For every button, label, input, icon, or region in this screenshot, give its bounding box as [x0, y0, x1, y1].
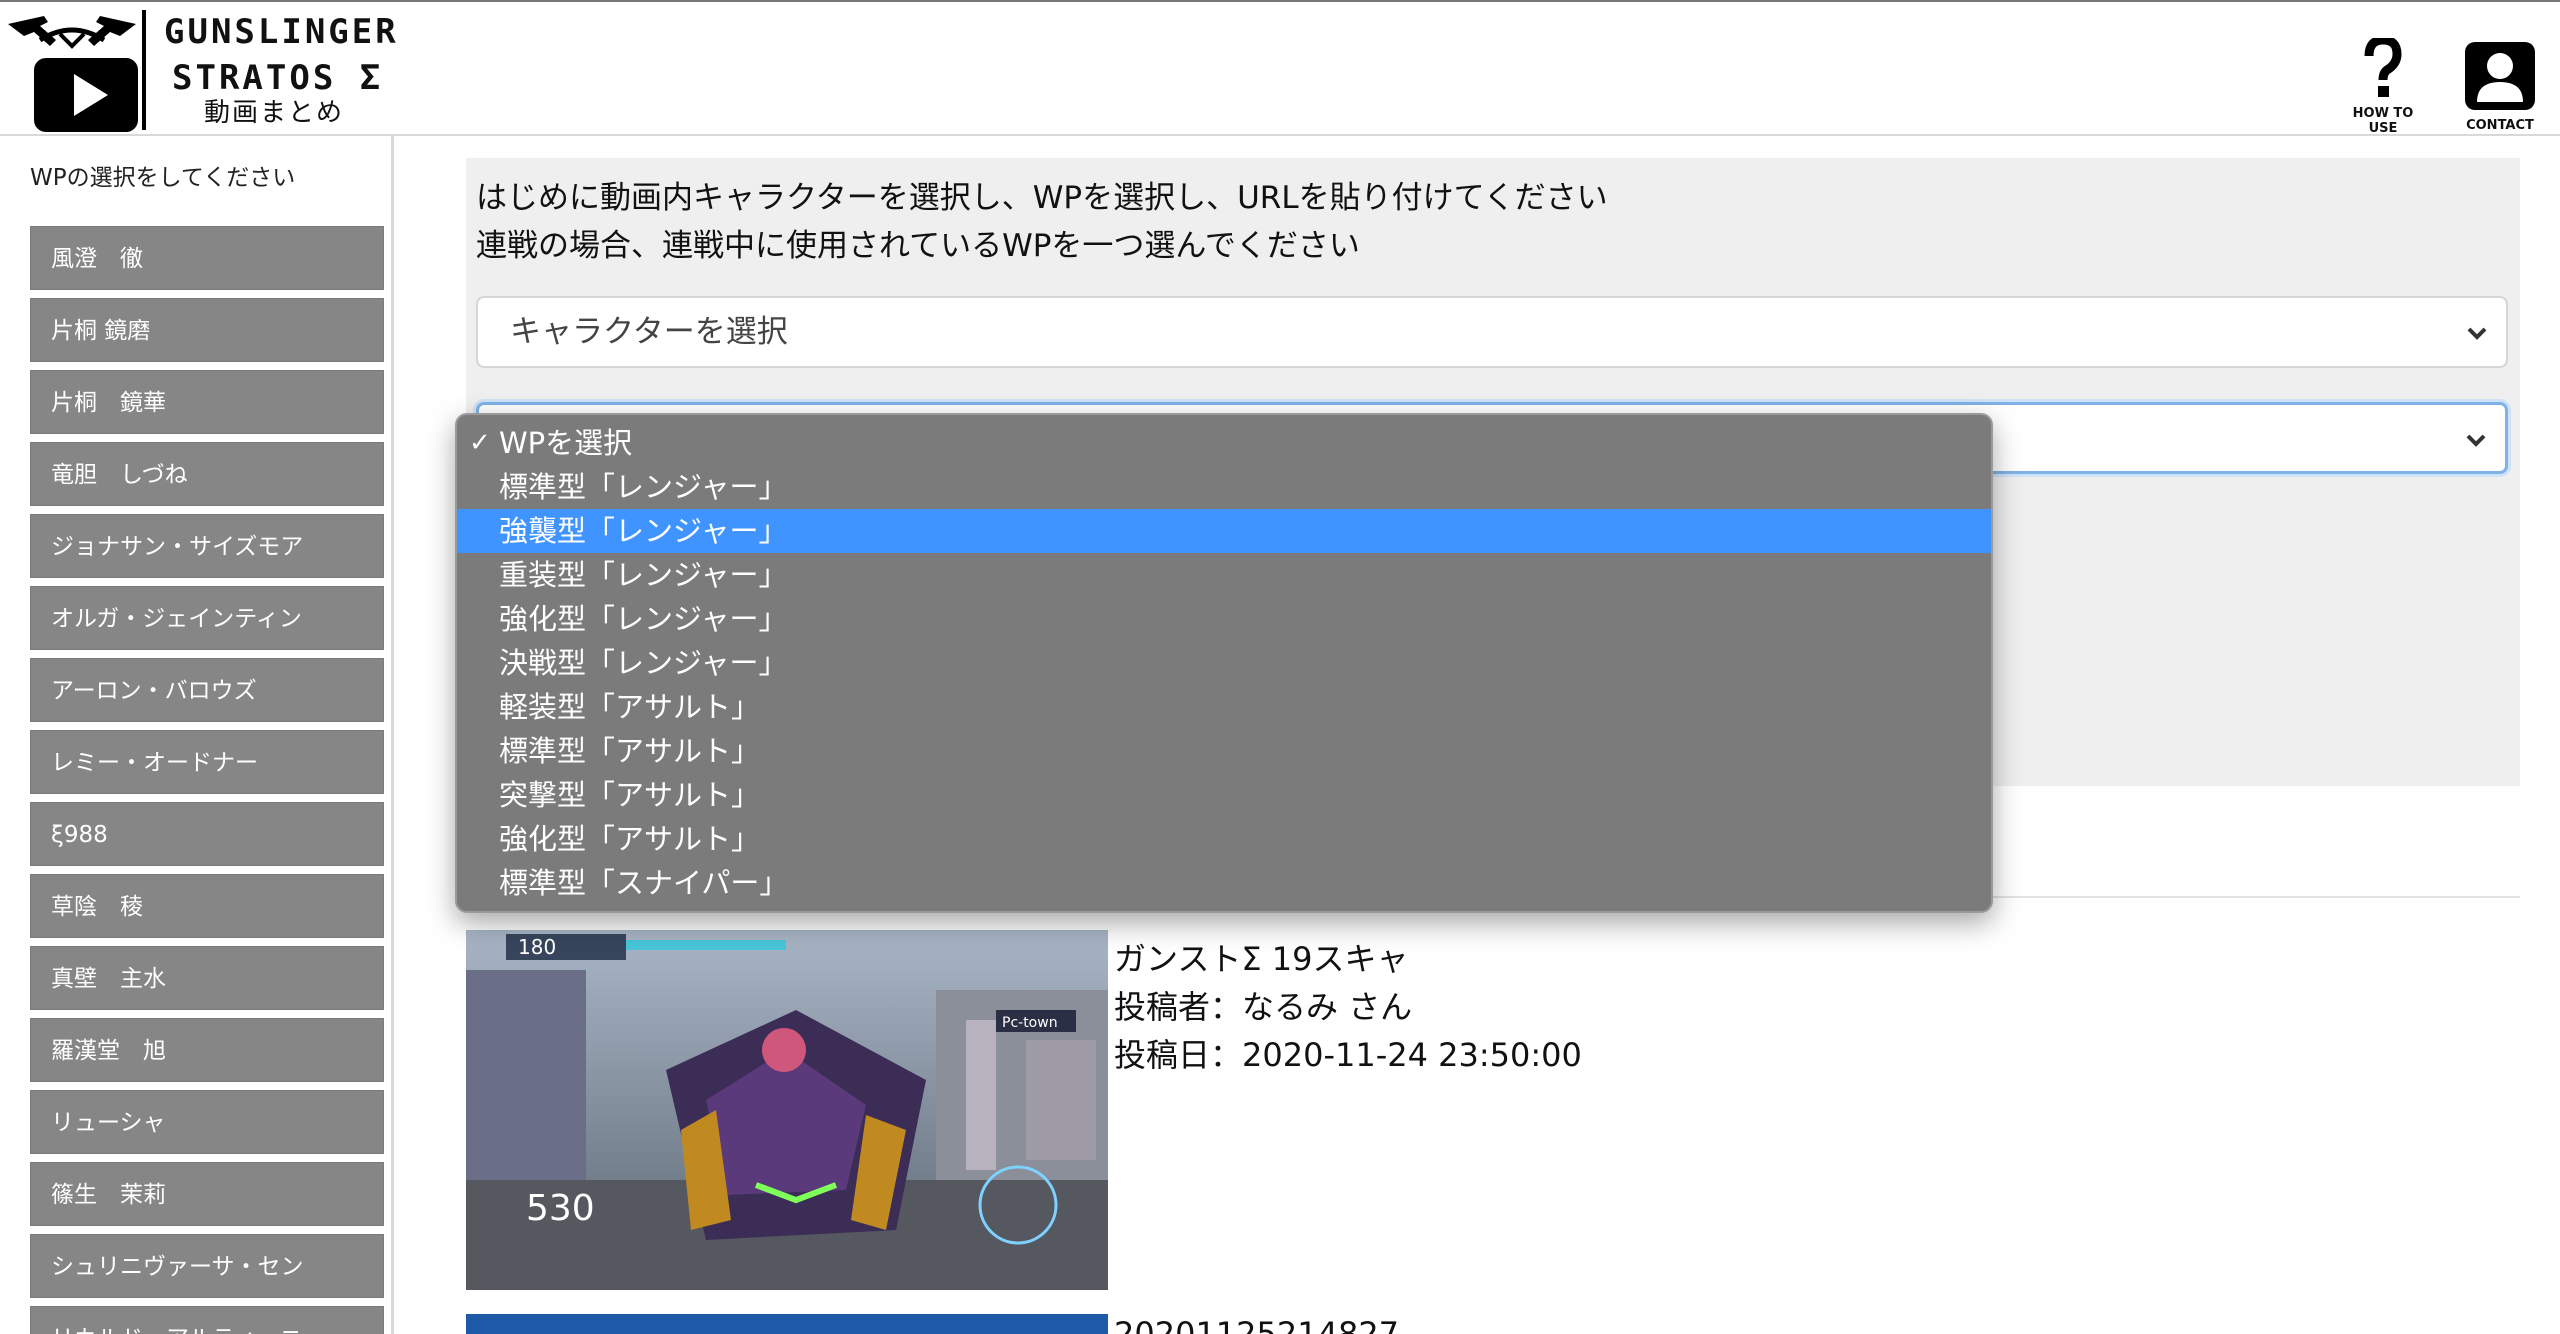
- wp-option[interactable]: 重装型「レンジャー」: [457, 553, 1991, 597]
- video-title-2[interactable]: 20201125214827: [1114, 1316, 1399, 1334]
- wp-option-label: 強襲型「レンジャー」: [499, 514, 788, 548]
- sidebar-character-item[interactable]: レミー・オードナー: [30, 730, 384, 794]
- chevron-down-icon: [2466, 434, 2486, 447]
- sidebar-character-item[interactable]: リカルド・アルティーニ: [30, 1306, 384, 1334]
- wp-sidebar: WPの選択をしてください 風澄 徹 片桐 鏡磨 片桐 鏡華 竜胆 しづね ジョナ…: [0, 136, 394, 1334]
- instruction-text-2: 連戦の場合、連戦中に使用されているWPを一つ選んでください: [476, 228, 1360, 264]
- thumb-hud-top: 180: [518, 935, 556, 959]
- logo-subtitle: 動画まとめ: [204, 98, 345, 128]
- question-mark-icon: [2364, 35, 2402, 97]
- site-logo[interactable]: [4, 6, 140, 134]
- user-contact-icon: [2465, 42, 2535, 110]
- wp-option-highlighted[interactable]: 強襲型「レンジャー」: [457, 509, 1991, 553]
- contact-button[interactable]: CONTACT: [2458, 40, 2542, 133]
- sidebar-character-item[interactable]: 風澄 徹: [30, 226, 384, 290]
- video-thumbnail[interactable]: 180 530 Pc-town: [466, 930, 1108, 1290]
- wp-option[interactable]: 強化型「アサルト」: [457, 817, 1991, 861]
- game-screenshot-thumbnail: 180 530 Pc-town: [466, 930, 1108, 1290]
- video-poster: 投稿者：なるみ さん: [1114, 988, 1413, 1026]
- video-title[interactable]: ガンストΣ 19スキャ: [1114, 934, 1408, 980]
- logo-divider: [142, 10, 146, 130]
- how-to-use-label: HOW TO USE: [2352, 106, 2414, 136]
- checkmark-icon: ✓: [469, 428, 491, 458]
- thumb-hud-bottom: 530: [526, 1188, 595, 1229]
- logo-title-line1: GUNSLINGER: [164, 12, 399, 52]
- thumb-sign: Pc-town: [1002, 1015, 1058, 1031]
- character-select[interactable]: キャラクターを選択: [476, 296, 2508, 368]
- sidebar-character-item[interactable]: 片桐 鏡磨: [30, 298, 384, 362]
- sidebar-character-item[interactable]: アーロン・バロウズ: [30, 658, 384, 722]
- wp-option-label: 重装型「レンジャー」: [499, 558, 788, 592]
- character-select-value: キャラクターを選択: [510, 314, 788, 350]
- chevron-down-icon: [2467, 327, 2487, 340]
- wp-option-label: 突撃型「アサルト」: [499, 778, 761, 812]
- video-thumbnail-2[interactable]: [466, 1314, 1108, 1334]
- wp-option[interactable]: 決戦型「レンジャー」: [457, 641, 1991, 685]
- wp-option[interactable]: 軽装型「アサルト」: [457, 685, 1991, 729]
- wp-option-label: 標準型「アサルト」: [499, 734, 761, 768]
- sidebar-character-item[interactable]: 竜胆 しづね: [30, 442, 384, 506]
- wp-dropdown-menu: ✓ WPを選択 標準型「レンジャー」 強襲型「レンジャー」 重装型「レンジャー」…: [455, 413, 1993, 913]
- sidebar-character-item[interactable]: 片桐 鏡華: [30, 370, 384, 434]
- sidebar-character-item[interactable]: 羅漢堂 旭: [30, 1018, 384, 1082]
- wp-option[interactable]: 標準型「レンジャー」: [457, 465, 1991, 509]
- video-date: 投稿日：2020-11-24 23:50:00: [1114, 1036, 1582, 1074]
- wp-option[interactable]: 強化型「レンジャー」: [457, 597, 1991, 641]
- wp-option-label: 標準型「レンジャー」: [499, 470, 788, 504]
- sidebar-character-item[interactable]: 真壁 主水: [30, 946, 384, 1010]
- sidebar-character-item[interactable]: シュリニヴァーサ・セン: [30, 1234, 384, 1298]
- sidebar-character-item[interactable]: オルガ・ジェインティン: [30, 586, 384, 650]
- wp-option-label: 強化型「アサルト」: [499, 822, 761, 856]
- wp-option-label: WPを選択: [499, 426, 633, 460]
- wp-option-label: 軽装型「アサルト」: [499, 690, 761, 724]
- sidebar-character-item[interactable]: 草陰 稜: [30, 874, 384, 938]
- wp-option-label: 決戦型「レンジャー」: [499, 646, 788, 680]
- wp-option[interactable]: 標準型「スナイパー」: [457, 861, 1991, 905]
- wp-option-label: 強化型「レンジャー」: [499, 602, 788, 636]
- wp-option-label: 標準型「スナイパー」: [499, 866, 789, 900]
- instruction-text: はじめに動画内キャラクターを選択し、WPを選択し、URLを貼り付けてください: [476, 180, 1608, 216]
- sidebar-character-item[interactable]: ジョナサン・サイズモア: [30, 514, 384, 578]
- wp-option-selected[interactable]: ✓ WPを選択: [457, 421, 1991, 465]
- wp-option[interactable]: 標準型「アサルト」: [457, 729, 1991, 773]
- contact-label: CONTACT: [2466, 118, 2534, 133]
- gun-play-logo-icon: [8, 16, 138, 132]
- how-to-use-button[interactable]: HOW TO USE: [2338, 35, 2428, 136]
- sidebar-title: WPの選択をしてください: [30, 165, 296, 191]
- site-header: GUNSLINGER STRATOS Σ 動画まとめ HOW TO USE CO…: [0, 0, 2560, 136]
- sidebar-character-item[interactable]: リューシャ: [30, 1090, 384, 1154]
- wp-option[interactable]: 突撃型「アサルト」: [457, 773, 1991, 817]
- sidebar-character-item[interactable]: 篠生 茉莉: [30, 1162, 384, 1226]
- sidebar-character-item[interactable]: ξ988: [30, 802, 384, 866]
